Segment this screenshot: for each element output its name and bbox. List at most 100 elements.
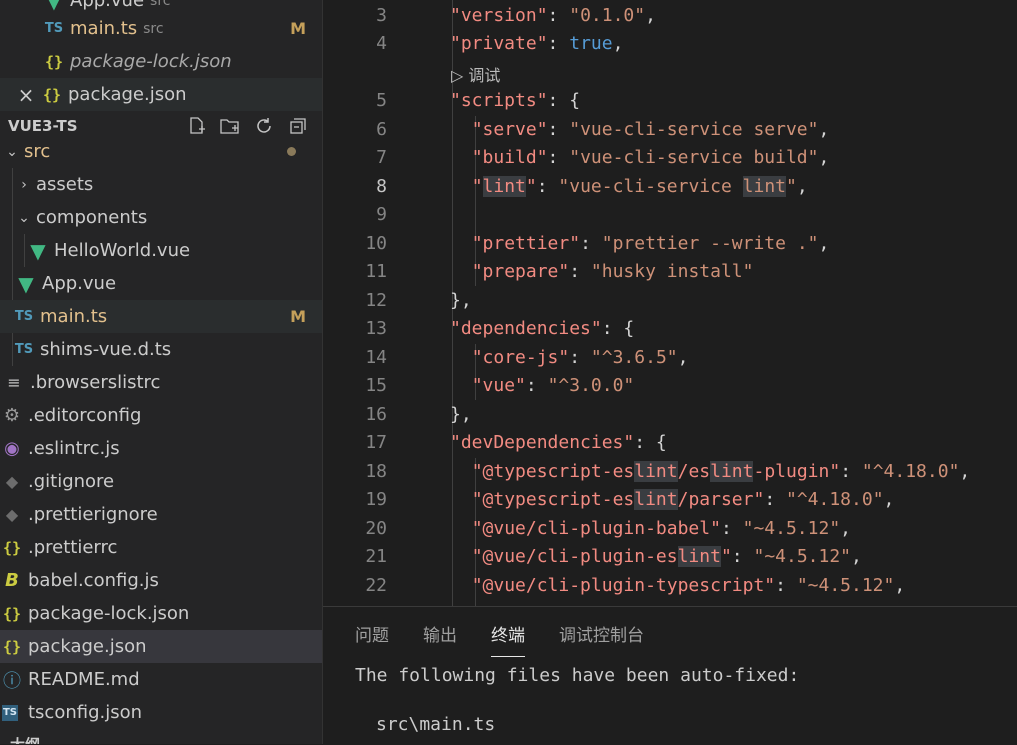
- code-line: 5 "scripts": {: [323, 87, 1017, 115]
- code-line: 21 "@vue/cli-plugin-eslint": "~4.5.12",: [323, 543, 1017, 571]
- line-number: 21: [365, 546, 387, 567]
- tree-item-label: shims-vue.d.ts: [40, 339, 172, 360]
- tree-item-label: package-lock.json: [28, 603, 190, 624]
- terminal-line: src\main.ts: [376, 714, 496, 735]
- open-editor-main-ts[interactable]: TS main.ts src M: [0, 12, 322, 45]
- vue-file-icon: ▼: [46, 0, 62, 13]
- line-number: 5: [376, 90, 387, 111]
- line-number: 11: [365, 261, 387, 282]
- code-line: 18 "@typescript-eslint/eslint-plugin": "…: [323, 458, 1017, 486]
- code-line: 14 "core-js": "^3.6.5",: [323, 344, 1017, 372]
- tree-item-label: src: [24, 141, 51, 162]
- tree-item-label: .browserslistrc: [30, 372, 161, 393]
- open-editor-label: package.json: [68, 84, 187, 105]
- tab-terminal[interactable]: 终端: [491, 621, 525, 657]
- tree-item-label: assets: [36, 174, 94, 195]
- typescript-file-icon: TS: [44, 21, 64, 36]
- line-number: 6: [376, 119, 387, 140]
- tab-output[interactable]: 输出: [423, 621, 457, 657]
- tree-file-babel[interactable]: B babel.config.js: [0, 564, 322, 597]
- eslint-icon: ◉: [4, 438, 20, 459]
- code-line: 22 "@vue/cli-plugin-typescript": "~4.5.1…: [323, 572, 1017, 600]
- modified-dot: [287, 147, 296, 156]
- tree-file-shims[interactable]: TS shims-vue.d.ts: [0, 333, 322, 366]
- tree-file-prettierrc[interactable]: {} .prettierrc: [0, 531, 322, 564]
- code-line-current: 8 "lint": "vue-cli-service lint",: [323, 173, 1017, 201]
- line-number: 17: [365, 432, 387, 453]
- tree-item-label: HelloWorld.vue: [54, 240, 191, 261]
- tree-file-browserslistrc[interactable]: ≡ .browserslistrc: [0, 366, 322, 399]
- code-line: 3 "version": "0.1.0",: [323, 2, 1017, 30]
- code-line: 13 "dependencies": {: [323, 315, 1017, 343]
- tree-file-editorconfig[interactable]: ⚙ .editorconfig: [0, 399, 322, 432]
- workspace-title: VUE3-TS: [8, 117, 78, 135]
- open-editor-package-json[interactable]: × {} package.json: [0, 78, 322, 111]
- tree-item-label: README.md: [28, 669, 140, 690]
- open-editor-label: main.ts: [70, 18, 138, 39]
- git-icon: ◆: [5, 472, 19, 491]
- tree-file-eslintrc[interactable]: ◉ .eslintrc.js: [0, 432, 322, 465]
- git-icon: ◆: [5, 505, 19, 524]
- outline-label: 大纲: [10, 734, 40, 744]
- tree-file-helloworld[interactable]: ▼ HelloWorld.vue: [0, 234, 322, 267]
- chevron-right-icon: ›: [21, 176, 27, 193]
- json-file-icon: {}: [44, 52, 64, 71]
- code-line: 15 "vue": "^3.0.0": [323, 372, 1017, 400]
- tab-problems[interactable]: 问题: [355, 621, 389, 657]
- code-line: 12},: [323, 287, 1017, 315]
- panel-tabs: 问题 输出 终端 调试控制台: [355, 621, 644, 657]
- line-number: 19: [365, 489, 387, 510]
- vue-file-icon: ▼: [30, 238, 46, 263]
- tree-file-tsconfig[interactable]: TS tsconfig.json: [0, 696, 322, 729]
- tree-item-label: components: [36, 207, 148, 228]
- tree-file-readme[interactable]: ⓘ README.md: [0, 663, 322, 696]
- open-editor-label: package-lock.json: [70, 51, 232, 72]
- typescript-file-icon: TS: [14, 309, 34, 324]
- outline-section-header[interactable]: 大纲: [0, 728, 322, 744]
- tree-item-label: package.json: [28, 636, 147, 657]
- open-editor-label: App.vue: [70, 0, 145, 11]
- line-number: 3: [376, 5, 387, 26]
- tree-file-app-vue[interactable]: ▼ App.vue: [0, 267, 322, 300]
- tree-file-package-lock[interactable]: {} package-lock.json: [0, 597, 322, 630]
- tree-item-label: .gitignore: [28, 471, 115, 492]
- tree-folder-components[interactable]: ⌄ components: [0, 201, 322, 234]
- close-icon[interactable]: ×: [16, 83, 36, 107]
- tab-debug-console[interactable]: 调试控制台: [559, 621, 644, 657]
- bottom-panel: 问题 输出 终端 调试控制台 The following files have …: [323, 606, 1017, 745]
- chevron-down-icon: ⌄: [18, 209, 30, 226]
- open-editor-desc: src: [150, 0, 171, 9]
- tree-folder-assets[interactable]: › assets: [0, 168, 322, 201]
- line-number: 18: [365, 461, 387, 482]
- code-line: 4 "private": true,: [323, 30, 1017, 58]
- debug-codelens[interactable]: ▷ 调试: [451, 62, 500, 86]
- tree-file-package-json[interactable]: {} package.json: [0, 630, 322, 663]
- tree-file-main-ts[interactable]: TS main.ts M: [0, 300, 322, 333]
- tree-item-label: .prettierrc: [28, 537, 118, 558]
- terminal-line: The following files have been auto-fixed…: [355, 665, 800, 686]
- tree-folder-src[interactable]: ⌄ src: [0, 135, 322, 168]
- info-icon: ⓘ: [3, 670, 21, 692]
- code-line: 7 "build": "vue-cli-service build",: [323, 144, 1017, 172]
- babel-icon: B: [5, 570, 19, 591]
- modified-badge: M: [290, 307, 306, 326]
- line-number: 7: [376, 147, 387, 168]
- open-editor-package-lock[interactable]: {} package-lock.json: [0, 45, 322, 78]
- line-number: 9: [376, 204, 387, 225]
- modified-badge: M: [290, 19, 306, 38]
- line-number: 16: [365, 404, 387, 425]
- code-line: 9: [323, 201, 1017, 229]
- json-file-icon: {}: [42, 85, 62, 104]
- tree-file-prettierignore[interactable]: ◆ .prettierignore: [0, 498, 322, 531]
- code-line: 11 "prepare": "husky install": [323, 258, 1017, 286]
- code-line: 17 "devDependencies": {: [323, 429, 1017, 457]
- tree-file-gitignore[interactable]: ◆ .gitignore: [0, 465, 322, 498]
- json-file-icon: {}: [2, 538, 22, 557]
- tsconfig-icon: TS: [2, 704, 18, 721]
- code-line: 6 "serve": "vue-cli-service serve",: [323, 116, 1017, 144]
- code-editor[interactable]: 3 "version": "0.1.0", 4 "private": true, ▷…: [323, 0, 1017, 606]
- tree-item-label: tsconfig.json: [28, 702, 143, 723]
- typescript-file-icon: TS: [14, 342, 34, 357]
- tree-item-label: main.ts: [40, 306, 108, 327]
- tree-item-label: .editorconfig: [28, 405, 142, 426]
